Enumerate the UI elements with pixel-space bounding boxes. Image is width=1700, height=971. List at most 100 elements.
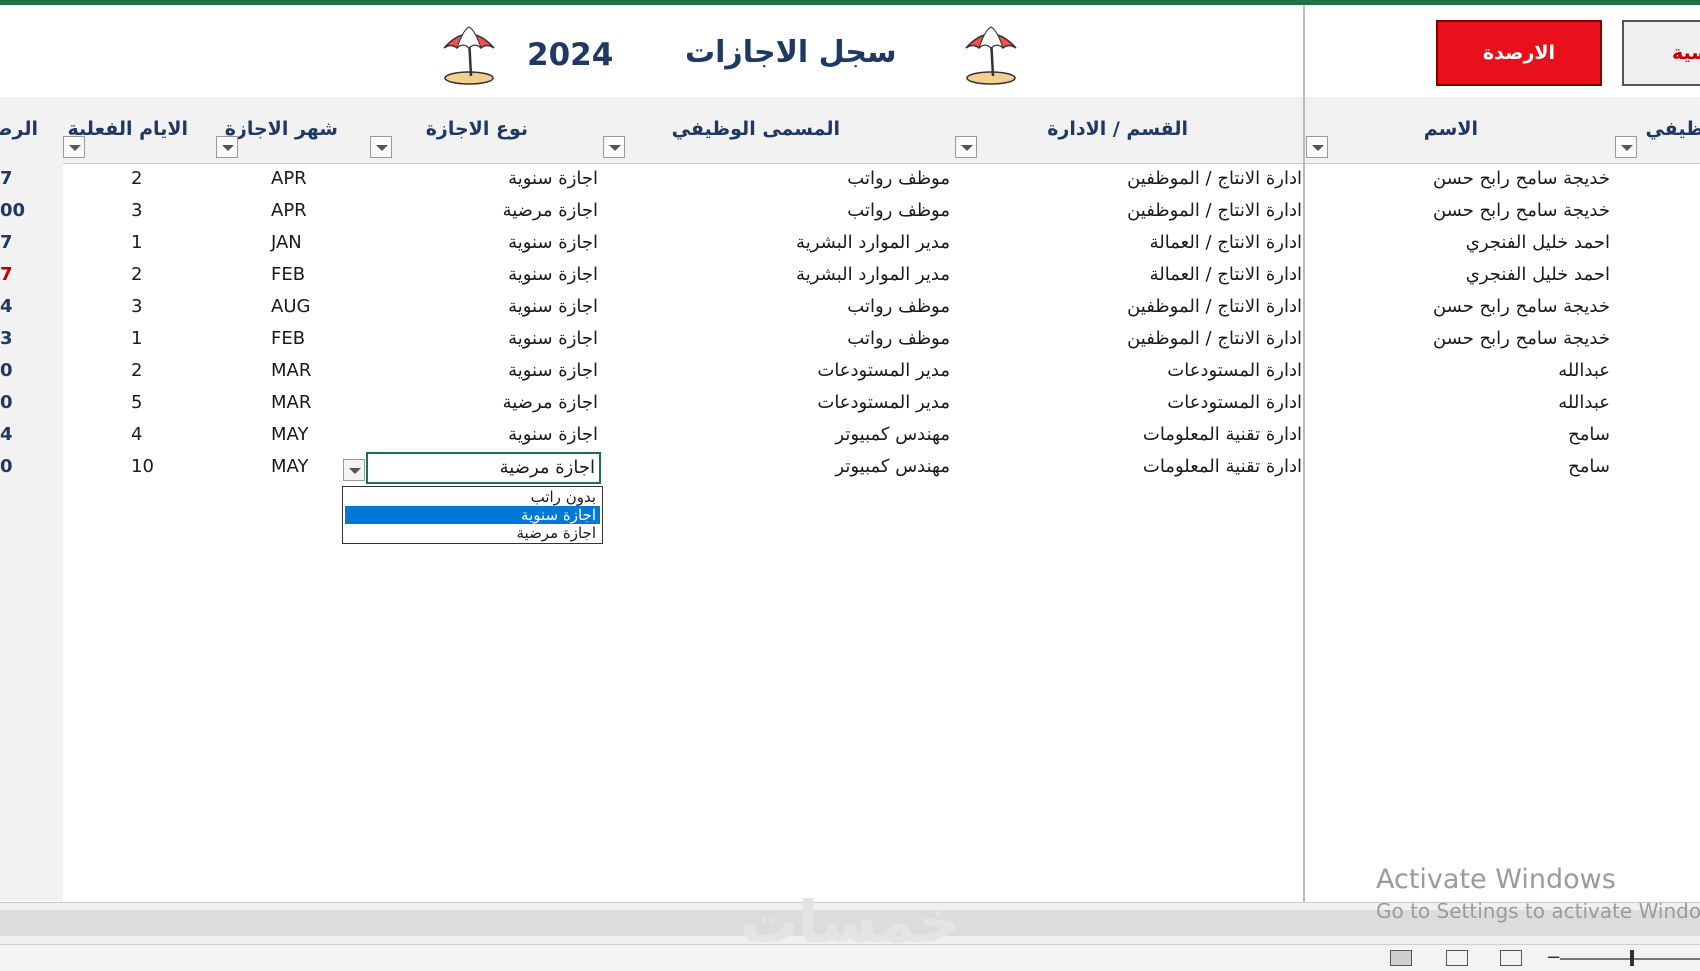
cell-leave-type[interactable]: اجازة سنوية [508, 296, 598, 317]
cell-days[interactable]: 5 [131, 392, 142, 413]
cell-job-title[interactable]: مهندس كمبيوتر [835, 456, 950, 477]
cell-name[interactable]: خديجة سامح رابح حسن [1433, 328, 1610, 349]
cell-department[interactable]: ادارة المستودعات [1167, 392, 1302, 413]
cell-job-title[interactable]: موظف رواتب [847, 200, 950, 221]
activation-title: Activate Windows [1376, 864, 1616, 895]
cell-balance[interactable]: 00 [0, 200, 25, 221]
cell-month[interactable]: APR [271, 168, 307, 189]
cell-days[interactable]: 2 [131, 264, 142, 285]
cell-job-title[interactable]: موظف رواتب [847, 296, 950, 317]
cell-balance-negative[interactable]: 7 [0, 264, 13, 285]
cell-days[interactable]: 2 [131, 360, 142, 381]
cell-days[interactable]: 3 [131, 200, 142, 221]
cell-days[interactable]: 1 [131, 232, 142, 253]
cell-department[interactable]: ادارة الانتاج / الموظفين [1127, 296, 1302, 317]
cell-balance[interactable]: 7 [0, 168, 13, 189]
cell-leave-type[interactable]: اجازة سنوية [508, 232, 598, 253]
cell-balance[interactable]: 7 [0, 232, 13, 253]
cell-department[interactable]: ادارة المستودعات [1167, 360, 1302, 381]
page-layout-view-icon[interactable] [1446, 950, 1468, 966]
header-leave-month: شهر الاجازة [224, 118, 338, 140]
cell-days[interactable]: 4 [131, 424, 142, 445]
cell-name[interactable]: سامح [1568, 424, 1610, 445]
dropdown-option[interactable]: بدون راتب [345, 488, 600, 506]
cell-month[interactable]: JAN [271, 232, 302, 253]
dropdown-option[interactable]: اجازة مرضية [345, 524, 600, 542]
cell-month[interactable]: AUG [271, 296, 310, 317]
cell-job-title[interactable]: مدير المستودعات [817, 360, 950, 381]
cell-days[interactable]: 10 [131, 456, 154, 477]
cell-department[interactable]: ادارة تقنية المعلومات [1143, 424, 1302, 445]
cell-name[interactable]: عبدالله [1558, 360, 1610, 381]
cell-month[interactable]: MAR [271, 392, 311, 413]
balances-button[interactable]: الارصدة [1436, 20, 1602, 86]
table-row: خديجة سامح رابح حسن ادارة الانتاج / المو… [0, 196, 1700, 228]
cell-balance[interactable]: 0 [0, 456, 13, 477]
cell-leave-type[interactable]: اجازة مرضية [503, 392, 598, 413]
cell-department[interactable]: ادارة الانتاج / الموظفين [1127, 328, 1302, 349]
cell-balance[interactable]: 3 [0, 328, 13, 349]
cell-job-title[interactable]: مهندس كمبيوتر [835, 424, 950, 445]
cell-department[interactable]: ادارة الانتاج / العمالة [1150, 232, 1302, 253]
cell-balance[interactable]: 4 [0, 424, 13, 445]
cell-leave-type[interactable]: اجازة سنوية [508, 168, 598, 189]
page-break-view-icon[interactable] [1500, 950, 1522, 966]
cell-department[interactable]: ادارة الانتاج / الموظفين [1127, 168, 1302, 189]
cell-balance[interactable]: 0 [0, 360, 13, 381]
cell-name[interactable]: خديجة سامح رابح حسن [1433, 200, 1610, 221]
table-row: سامح ادارة تقنية المعلومات مهندس كمبيوتر… [0, 452, 1700, 484]
cell-name[interactable]: احمد خليل الفنجري [1466, 232, 1610, 253]
zoom-out-icon[interactable]: − [1546, 947, 1561, 968]
cell-department[interactable]: ادارة تقنية المعلومات [1143, 456, 1302, 477]
cell-month[interactable]: MAR [271, 360, 311, 381]
normal-view-icon[interactable] [1390, 950, 1412, 966]
cell-name[interactable]: سامح [1568, 456, 1610, 477]
cell-job-title[interactable]: مدير المستودعات [817, 392, 950, 413]
leave-type-dropdown-list: بدون راتب اجازة سنوية اجازة مرضية [342, 486, 603, 544]
cell-name[interactable]: خديجة سامح رابح حسن [1433, 168, 1610, 189]
cell-leave-type[interactable]: اجازة سنوية [508, 328, 598, 349]
cell-job-title[interactable]: مدير الموارد البشرية [796, 264, 950, 285]
cell-leave-type[interactable]: اجازة سنوية [508, 424, 598, 445]
activation-subtitle: Go to Settings to activate Windows. [1376, 899, 1700, 923]
cell-job-title[interactable]: موظف رواتب [847, 168, 950, 189]
header-job-title: المسمى الوظيفي [671, 118, 840, 140]
cell-job-title[interactable]: موظف رواتب [847, 328, 950, 349]
cell-name[interactable]: خديجة سامح رابح حسن [1433, 296, 1610, 317]
table-row: عبدالله ادارة المستودعات مدير المستودعات… [0, 356, 1700, 388]
main-menu-button[interactable]: سية [1622, 20, 1700, 86]
header-job-partial: ظيفي [1645, 118, 1700, 140]
filter-button-name[interactable] [1306, 136, 1328, 158]
zoom-slider-handle[interactable] [1630, 950, 1634, 966]
cell-name[interactable]: احمد خليل الفنجري [1466, 264, 1610, 285]
cell-name[interactable]: عبدالله [1558, 392, 1610, 413]
cell-department[interactable]: ادارة الانتاج / الموظفين [1127, 200, 1302, 221]
cell-month[interactable]: FEB [271, 264, 305, 285]
filter-button-actual-days[interactable] [63, 136, 85, 158]
active-cell-leave-type[interactable]: اجازة مرضية [366, 452, 601, 484]
cell-leave-type[interactable]: اجازة سنوية [508, 264, 598, 285]
cell-month[interactable]: MAY [271, 424, 308, 445]
dropdown-option-highlighted[interactable]: اجازة سنوية [345, 506, 600, 524]
cell-department[interactable]: ادارة الانتاج / العمالة [1150, 264, 1302, 285]
cell-leave-type[interactable]: اجازة سنوية [508, 360, 598, 381]
cell-days[interactable]: 3 [131, 296, 142, 317]
filter-button-department[interactable] [955, 136, 977, 158]
cell-leave-type[interactable]: اجازة مرضية [503, 200, 598, 221]
filter-button-job[interactable] [1615, 136, 1637, 158]
cell-balance[interactable]: 0 [0, 392, 13, 413]
cell-month[interactable]: FEB [271, 328, 305, 349]
table-row: احمد خليل الفنجري ادارة الانتاج / العمال… [0, 260, 1700, 292]
cell-month[interactable]: MAY [271, 456, 308, 477]
filter-button-leave-month[interactable] [216, 136, 238, 158]
beach-umbrella-icon [965, 26, 1017, 85]
filter-button-job-title[interactable] [603, 136, 625, 158]
filter-button-leave-type[interactable] [370, 136, 392, 158]
cell-job-title[interactable]: مدير الموارد البشرية [796, 232, 950, 253]
cell-days[interactable]: 2 [131, 168, 142, 189]
cell-month[interactable]: APR [271, 200, 307, 221]
cell-dropdown-arrow[interactable] [343, 459, 365, 481]
table-row: عبدالله ادارة المستودعات مدير المستودعات… [0, 388, 1700, 420]
cell-days[interactable]: 1 [131, 328, 142, 349]
cell-balance[interactable]: 4 [0, 296, 13, 317]
